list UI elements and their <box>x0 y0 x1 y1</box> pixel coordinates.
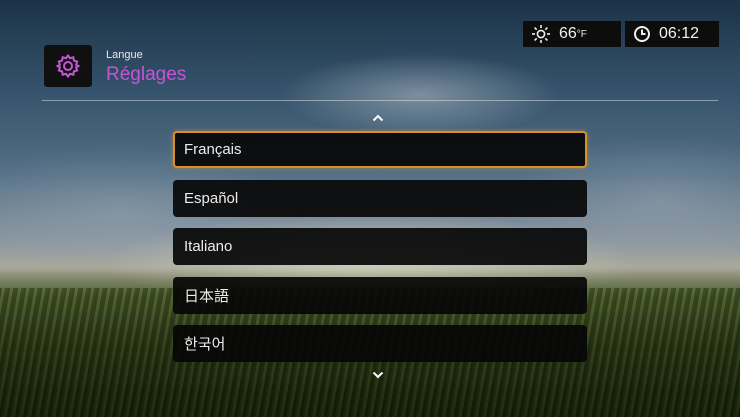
language-option-label: Italiano <box>184 238 233 255</box>
temperature-unit: °F <box>576 28 587 40</box>
chevron-up-icon <box>372 114 384 122</box>
sun-icon <box>532 25 550 43</box>
language-option-italiano[interactable]: Italiano <box>173 228 587 265</box>
chevron-down-icon <box>372 371 384 379</box>
language-option-label: 한국어 <box>184 335 226 353</box>
temperature-value: 66 <box>559 25 577 42</box>
clock-icon <box>634 26 650 42</box>
weather-status: 66 °F <box>523 21 621 47</box>
clock-time: 06:12 <box>659 25 700 42</box>
language-option-japanese[interactable]: 日本語 <box>173 277 587 314</box>
clock-status: 06:12 <box>625 21 719 47</box>
screen: Langue Réglages 66 °F 06:12 Français Esp… <box>0 0 740 417</box>
language-option-francais[interactable]: Français <box>173 131 587 168</box>
gear-icon <box>55 53 81 79</box>
page-title: Réglages <box>106 64 187 85</box>
language-option-korean[interactable]: 한국어 <box>173 325 587 362</box>
settings-tile <box>44 45 92 87</box>
header-divider <box>42 100 718 101</box>
language-option-label: Español <box>184 190 239 207</box>
language-option-espanol[interactable]: Español <box>173 180 587 217</box>
language-option-label: Français <box>184 141 242 158</box>
scroll-up-button[interactable] <box>368 111 388 125</box>
breadcrumb: Langue <box>106 49 143 61</box>
scroll-down-button[interactable] <box>368 368 388 382</box>
language-option-label: 日本語 <box>184 287 230 305</box>
